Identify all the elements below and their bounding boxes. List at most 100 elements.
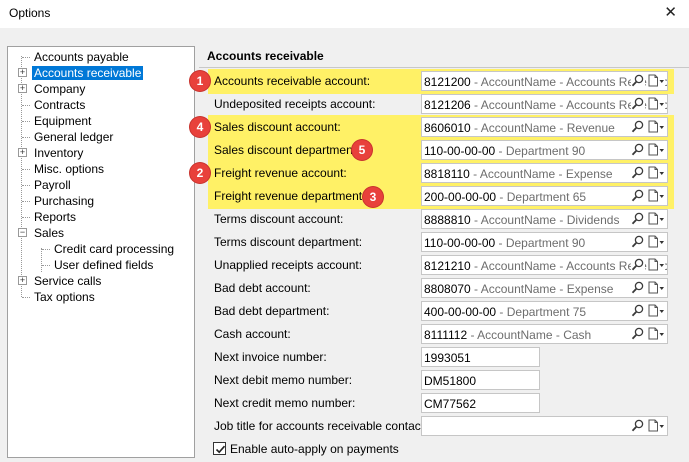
magnifier-icon[interactable] (631, 326, 645, 342)
magnifier-icon[interactable] (631, 234, 645, 250)
tree-item-user-defined-fields[interactable]: User defined fields (42, 257, 155, 273)
magnifier-icon[interactable] (631, 96, 645, 112)
tree-item-payroll[interactable]: Payroll (22, 177, 73, 193)
undeposited-receipts-account-lookup-field[interactable]: 8121206 - AccountName - Accounts Receiva… (421, 94, 668, 114)
field-row-bad-debt-department: Bad debt department: 400-00-00-00 - Depar… (199, 300, 689, 323)
accounts-receivable-account-lookup-field[interactable]: 8121200 - AccountName - Accounts Receiva… (421, 71, 668, 91)
field-code: 8121206 (424, 98, 471, 112)
field-value: 110-00-00-00 - Department 90 (424, 144, 585, 158)
freight-revenue-account-lookup-field[interactable]: 8818110 - AccountName - Expense (421, 163, 668, 183)
document-dropdown-icon[interactable] (647, 326, 665, 342)
magnifier-icon[interactable] (631, 165, 645, 181)
field-code: 8111112 (424, 328, 468, 342)
tree-item-general-ledger[interactable]: General ledger (22, 129, 115, 145)
freight-revenue-account-label: Freight revenue account: (214, 166, 347, 180)
expand-icon[interactable]: + (18, 276, 27, 285)
tree-item-misc-options[interactable]: Misc. options (22, 161, 106, 177)
accounts-receivable-account-label: Accounts receivable account: (214, 74, 371, 88)
close-icon[interactable]: ✕ (664, 3, 677, 21)
tree-item-inventory[interactable]: + Inventory (18, 145, 85, 161)
callout-badge-4: 4 (190, 117, 210, 137)
document-dropdown-icon[interactable] (647, 73, 665, 89)
document-dropdown-icon[interactable] (647, 257, 665, 273)
tree-item-accounts-receivable[interactable]: + Accounts receivable (18, 65, 144, 81)
expand-icon[interactable]: + (18, 148, 27, 157)
next-credit-memo-number-label: Next credit memo number: (214, 396, 356, 410)
checkmark-icon (215, 445, 226, 454)
document-dropdown-icon[interactable] (647, 418, 665, 434)
sales-discount-department-lookup-field[interactable]: 110-00-00-00 - Department 90 (421, 140, 668, 160)
field-value: 8606010 - AccountName - Revenue (424, 121, 615, 135)
settings-panel: Accounts receivable Accounts receivable … (199, 46, 689, 462)
tree-item-contracts[interactable]: Contracts (22, 97, 87, 113)
cash-account-lookup-field[interactable]: 8111112 - AccountName - Cash (421, 324, 668, 344)
field-value: 8818110 - AccountName - Expense (424, 167, 613, 181)
tree-item-equipment[interactable]: Equipment (22, 113, 93, 129)
tree-item-reports[interactable]: Reports (22, 209, 78, 225)
terms-discount-account-lookup-field[interactable]: 8888810 - AccountName - Dividends (421, 209, 668, 229)
tree-guide-line (41, 248, 42, 272)
document-dropdown-icon[interactable] (647, 211, 665, 227)
magnifier-icon[interactable] (631, 211, 645, 227)
tree-item-credit-card-processing[interactable]: Credit card processing (42, 241, 176, 257)
document-dropdown-icon[interactable] (647, 119, 665, 135)
bad-debt-account-lookup-field[interactable]: 8808070 - AccountName - Expense (421, 278, 668, 298)
tree-item-purchasing[interactable]: Purchasing (22, 193, 96, 209)
tree-item-sales[interactable]: − Sales (18, 225, 66, 241)
document-dropdown-icon[interactable] (647, 188, 665, 204)
unapplied-receipts-account-lookup-field[interactable]: 8121210 - AccountName - Accounts Receiva… (421, 255, 668, 275)
expand-icon[interactable]: + (18, 84, 27, 93)
checkbox-box[interactable] (213, 442, 226, 455)
document-dropdown-icon[interactable] (647, 165, 665, 181)
job-title-contact-label: Job title for accounts receivable contac… (214, 419, 428, 433)
next-credit-memo-number-input[interactable]: CM77562 (421, 393, 540, 413)
job-title-contact-lookup-field[interactable] (421, 416, 668, 436)
bad-debt-department-lookup-field[interactable]: 400-00-00-00 - Department 75 (421, 301, 668, 321)
field-description: - AccountName - Expense (470, 282, 614, 296)
next-debit-memo-number-input[interactable]: DM51800 (421, 370, 540, 390)
field-row-next-credit-memo-number: Next credit memo number: CM77562 (199, 392, 689, 415)
field-row-undeposited-receipts-account: Undeposited receipts account: 8121206 - A… (199, 93, 689, 116)
tree-item-tax-options[interactable]: Tax options (22, 289, 97, 305)
field-row-bad-debt-account: Bad debt account: 8808070 - AccountName -… (199, 277, 689, 300)
field-code: 8121200 (424, 75, 471, 89)
magnifier-icon[interactable] (631, 303, 645, 319)
next-invoice-number-input[interactable]: 1993051 (421, 347, 540, 367)
callout-badge-1: 1 (190, 71, 210, 91)
field-value: CM77562 (424, 397, 477, 411)
field-code: 8121210 (424, 259, 471, 273)
unapplied-receipts-account-label: Unapplied receipts account: (214, 258, 363, 272)
terms-discount-account-label: Terms discount account: (214, 212, 344, 226)
magnifier-icon[interactable] (631, 73, 645, 89)
magnifier-icon[interactable] (631, 257, 645, 273)
magnifier-icon[interactable] (631, 188, 645, 204)
options-tree[interactable]: Accounts payable + Accounts receivable +… (7, 46, 195, 458)
bad-debt-account-label: Bad debt account: (214, 281, 311, 295)
magnifier-icon[interactable] (631, 418, 645, 434)
collapse-icon[interactable]: − (18, 228, 27, 237)
terms-discount-department-label: Terms discount department: (214, 235, 363, 249)
field-value: 200-00-00-00 - Department 65 (424, 190, 586, 204)
field-value: 8808070 - AccountName - Expense (424, 282, 613, 296)
tree-item-company[interactable]: + Company (18, 81, 87, 97)
magnifier-icon[interactable] (631, 142, 645, 158)
document-dropdown-icon[interactable] (647, 234, 665, 250)
magnifier-icon[interactable] (631, 119, 645, 135)
sales-discount-account-lookup-field[interactable]: 8606010 - AccountName - Revenue (421, 117, 668, 137)
freight-revenue-department-label: Freight revenue department: (214, 189, 366, 203)
field-code: 110-00-00-00 (424, 144, 496, 158)
expand-icon[interactable]: + (18, 68, 27, 77)
document-dropdown-icon[interactable] (647, 303, 665, 319)
freight-revenue-department-lookup-field[interactable]: 200-00-00-00 - Department 65 (421, 186, 668, 206)
tree-item-service-calls[interactable]: + Service calls (18, 273, 103, 289)
magnifier-icon[interactable] (631, 280, 645, 296)
document-dropdown-icon[interactable] (647, 280, 665, 296)
tree-item-accounts-payable[interactable]: Accounts payable (22, 49, 131, 65)
document-dropdown-icon[interactable] (647, 142, 665, 158)
field-row-unapplied-receipts-account: Unapplied receipts account: 8121210 - Acc… (199, 254, 689, 277)
title-bar: Options ✕ (0, 0, 689, 28)
section-divider (199, 67, 689, 68)
field-row-terms-discount-department: Terms discount department: 110-00-00-00 -… (199, 231, 689, 254)
document-dropdown-icon[interactable] (647, 96, 665, 112)
terms-discount-department-lookup-field[interactable]: 110-00-00-00 - Department 90 (421, 232, 668, 252)
